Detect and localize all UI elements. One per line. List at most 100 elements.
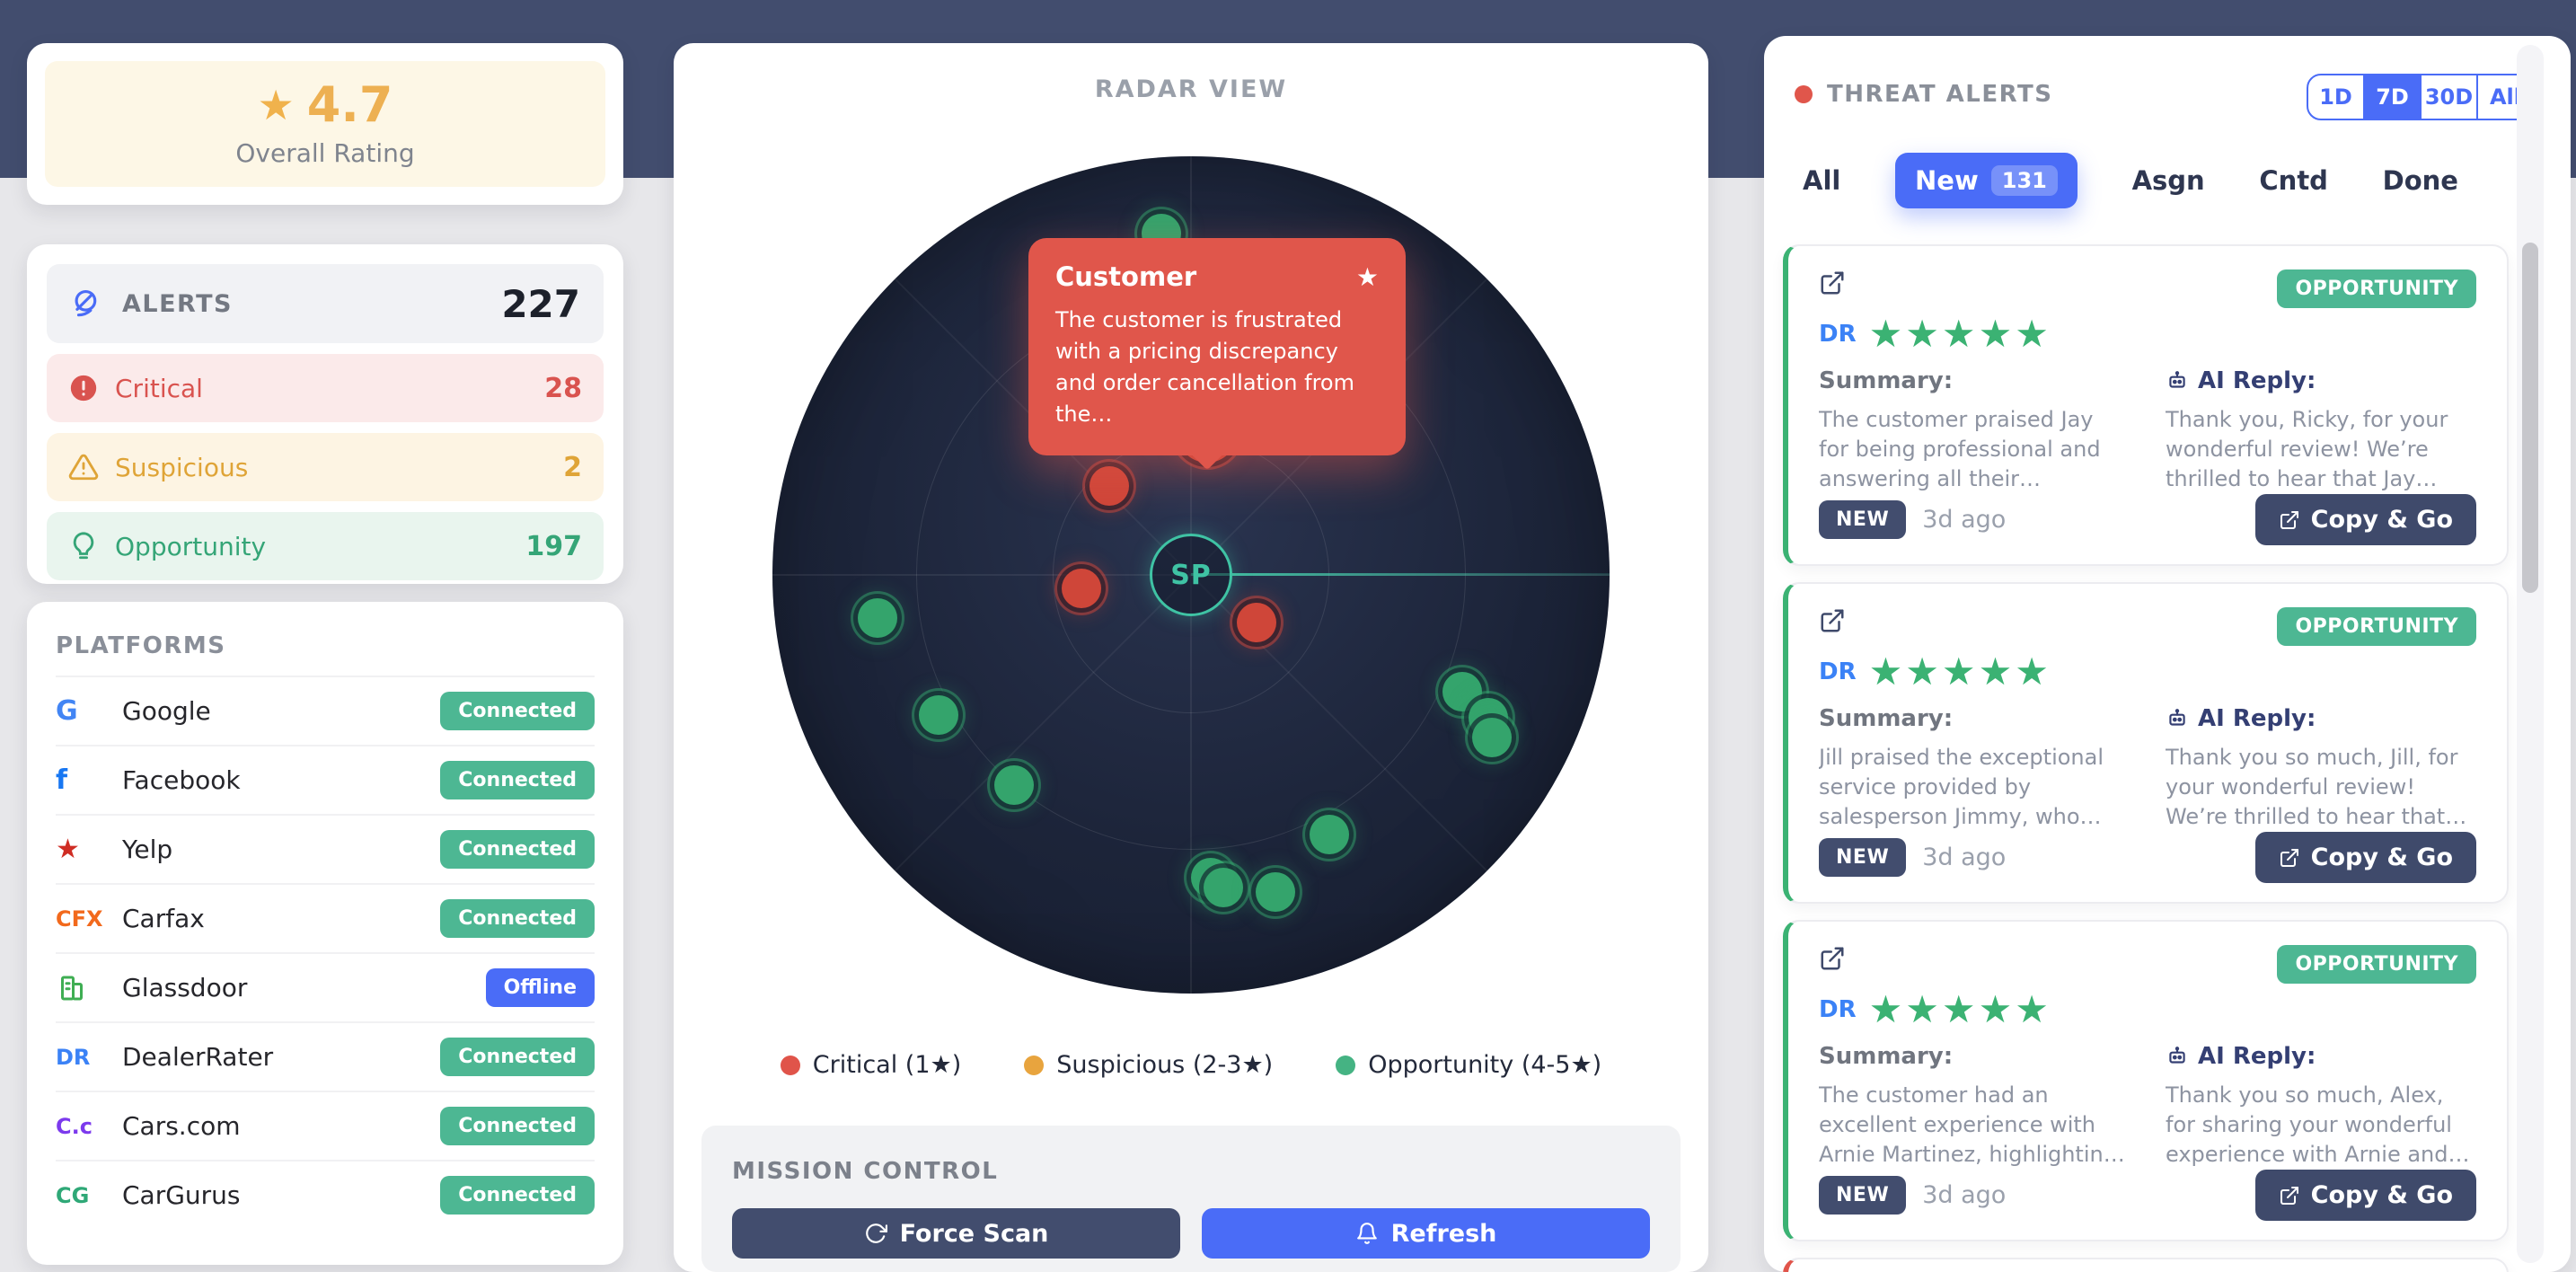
alerts-title: ALERTS bbox=[122, 290, 233, 318]
rating-stars: ★★★★★ bbox=[1869, 315, 2051, 353]
radar-dot[interactable] bbox=[858, 598, 897, 638]
status-badge: Offline bbox=[486, 968, 595, 1007]
summary-column: Summary: The customer praised Jay for be… bbox=[1819, 367, 2130, 494]
time-filter-7d[interactable]: 7D bbox=[2363, 75, 2420, 119]
external-link-icon[interactable] bbox=[1819, 607, 1846, 634]
alert-row-opportunity[interactable]: Opportunity 197 bbox=[47, 512, 604, 580]
tab-done[interactable]: Done bbox=[2383, 165, 2458, 196]
status-badge: Connected bbox=[440, 1038, 595, 1076]
external-link-icon[interactable] bbox=[1819, 945, 1846, 972]
platform-row-carscom: C.c Cars.com Connected bbox=[56, 1091, 595, 1160]
ai-reply-text: Thank you so much, Alex, for sharing you… bbox=[2166, 1081, 2476, 1170]
radar-dot[interactable] bbox=[1237, 603, 1276, 642]
summary-label: Summary: bbox=[1819, 367, 2130, 394]
cargurus-logo-icon: CG bbox=[56, 1183, 102, 1208]
alerts-header: ALERTS 227 bbox=[47, 264, 604, 343]
platform-row-cargurus: CG CarGurus Connected bbox=[56, 1160, 595, 1229]
legend-label: Suspicious (2-3★) bbox=[1056, 1051, 1273, 1079]
alert-row-count: 197 bbox=[525, 531, 582, 562]
tab-asgn[interactable]: Asgn bbox=[2132, 165, 2205, 196]
radar-dot[interactable] bbox=[1204, 868, 1243, 907]
alert-row-critical[interactable]: Critical 28 bbox=[47, 354, 604, 422]
refresh-button[interactable]: Refresh bbox=[1202, 1208, 1650, 1259]
radar-dot[interactable] bbox=[1090, 466, 1129, 506]
radar-dot[interactable] bbox=[919, 695, 958, 735]
copy-and-go-button[interactable]: Copy & Go bbox=[2255, 1170, 2476, 1221]
new-status-badge: NEW bbox=[1819, 838, 1906, 877]
tab-new[interactable]: New 131 bbox=[1895, 153, 2078, 208]
new-status-badge: NEW bbox=[1819, 500, 1906, 539]
radar-dot[interactable] bbox=[994, 765, 1034, 805]
opportunity-badge: OPPORTUNITY bbox=[2277, 607, 2476, 646]
summary-text: The customer had an excellent experience… bbox=[1819, 1081, 2130, 1170]
ai-reply-column: AI Reply: Thank you so much, Alex, for s… bbox=[2166, 1043, 2476, 1170]
external-link-icon[interactable] bbox=[1819, 269, 1846, 296]
status-badge: Connected bbox=[440, 830, 595, 869]
mission-control-panel: MISSION CONTROL Force Scan Refresh bbox=[701, 1126, 1681, 1272]
legend-dot-suspicious bbox=[1024, 1056, 1044, 1075]
radar-dot[interactable] bbox=[1472, 718, 1512, 757]
threat-alerts-header: THREAT ALERTS bbox=[1795, 81, 2052, 108]
tab-new-label: New bbox=[1915, 165, 1979, 196]
copy-and-go-button[interactable]: Copy & Go bbox=[2255, 832, 2476, 883]
carscom-logo-icon: C.c bbox=[56, 1114, 102, 1139]
status-badge: Connected bbox=[440, 692, 595, 730]
platform-row-google: G Google Connected bbox=[56, 676, 595, 745]
alert-row-suspicious[interactable]: Suspicious 2 bbox=[47, 433, 604, 501]
platform-row-yelp: ★ Yelp Connected bbox=[56, 814, 595, 883]
tab-all[interactable]: All bbox=[1803, 165, 1840, 196]
time-filter-30d[interactable]: 30D bbox=[2420, 75, 2476, 119]
force-scan-button[interactable]: Force Scan bbox=[732, 1208, 1180, 1259]
time-filter-1d[interactable]: 1D bbox=[2308, 75, 2363, 119]
alert-row-count: 2 bbox=[563, 452, 582, 483]
time-filter-segmented-control: 1D 7D 30D All bbox=[2307, 74, 2535, 120]
status-badge: Connected bbox=[440, 1176, 595, 1215]
status-badge: Connected bbox=[440, 899, 595, 938]
radar-tooltip: Customer ★ The customer is frustrated wi… bbox=[1028, 238, 1406, 455]
overall-rating-value: 4.7 bbox=[307, 81, 393, 129]
summary-column: Summary: Jill praised the exceptional se… bbox=[1819, 705, 2130, 832]
glassdoor-building-icon bbox=[56, 972, 102, 1004]
summary-column: Summary: The customer had an excellent e… bbox=[1819, 1043, 2130, 1170]
alert-card: OPPORTUNITY DR ★★★★★ Summary: The custom… bbox=[1783, 244, 2509, 566]
opportunity-badge: OPPORTUNITY bbox=[2277, 269, 2476, 308]
tooltip-body: The customer is frustrated with a pricin… bbox=[1055, 305, 1379, 430]
alerts-summary-card: ALERTS 227 Critical 28 Suspicious 2 Oppo… bbox=[27, 244, 623, 584]
red-status-dot-icon bbox=[1795, 85, 1813, 103]
ai-reply-label: AI Reply: bbox=[2198, 705, 2316, 732]
platform-name: Google bbox=[122, 696, 211, 726]
legend-dot-critical bbox=[781, 1056, 800, 1075]
robot-icon bbox=[2166, 369, 2189, 393]
scrollbar-thumb[interactable] bbox=[2522, 243, 2538, 593]
platform-name: Cars.com bbox=[122, 1111, 241, 1141]
opportunity-badge: OPPORTUNITY bbox=[2277, 945, 2476, 984]
overall-rating-label: Overall Rating bbox=[235, 138, 414, 168]
star-icon: ★ bbox=[258, 84, 295, 126]
bell-icon bbox=[1355, 1222, 1379, 1245]
alert-row-label: Opportunity bbox=[115, 532, 266, 561]
radar-dot[interactable] bbox=[1256, 872, 1295, 912]
alert-card: OPPORTUNITY DR ★★★★★ Summary: The custom… bbox=[1783, 920, 2509, 1241]
copy-and-go-label: Copy & Go bbox=[2311, 1181, 2453, 1209]
status-badge: Connected bbox=[440, 1107, 595, 1145]
platform-name: Glassdoor bbox=[122, 973, 247, 1003]
platform-name: CarGurus bbox=[122, 1180, 241, 1210]
radar-sweep-line bbox=[1191, 573, 1610, 576]
alert-card: OPPORTUNITY DR ★★★★★ Summary: Jill prais… bbox=[1783, 582, 2509, 904]
rotate-scan-icon bbox=[864, 1222, 887, 1245]
tab-new-count-badge: 131 bbox=[1991, 165, 2058, 196]
copy-and-go-button[interactable]: Copy & Go bbox=[2255, 494, 2476, 545]
alerts-total-count: 227 bbox=[501, 282, 580, 326]
radar-dot[interactable] bbox=[1062, 569, 1101, 608]
tab-cntd[interactable]: Cntd bbox=[2259, 165, 2328, 196]
force-scan-label: Force Scan bbox=[900, 1220, 1049, 1248]
legend-item-suspicious: Suspicious (2-3★) bbox=[1024, 1051, 1273, 1079]
alert-timestamp: 3d ago bbox=[1922, 1181, 2006, 1209]
alert-circle-icon bbox=[68, 373, 99, 403]
radar-dot[interactable] bbox=[1310, 815, 1349, 854]
threat-alerts-panel: THREAT ALERTS 1D 7D 30D All All New 131 … bbox=[1764, 36, 2571, 1272]
summary-label: Summary: bbox=[1819, 1043, 2130, 1070]
legend-item-critical: Critical (1★) bbox=[781, 1051, 961, 1079]
alert-row-label: Suspicious bbox=[115, 453, 248, 482]
ai-reply-text: Thank you, Ricky, for your wonderful rev… bbox=[2166, 405, 2476, 494]
